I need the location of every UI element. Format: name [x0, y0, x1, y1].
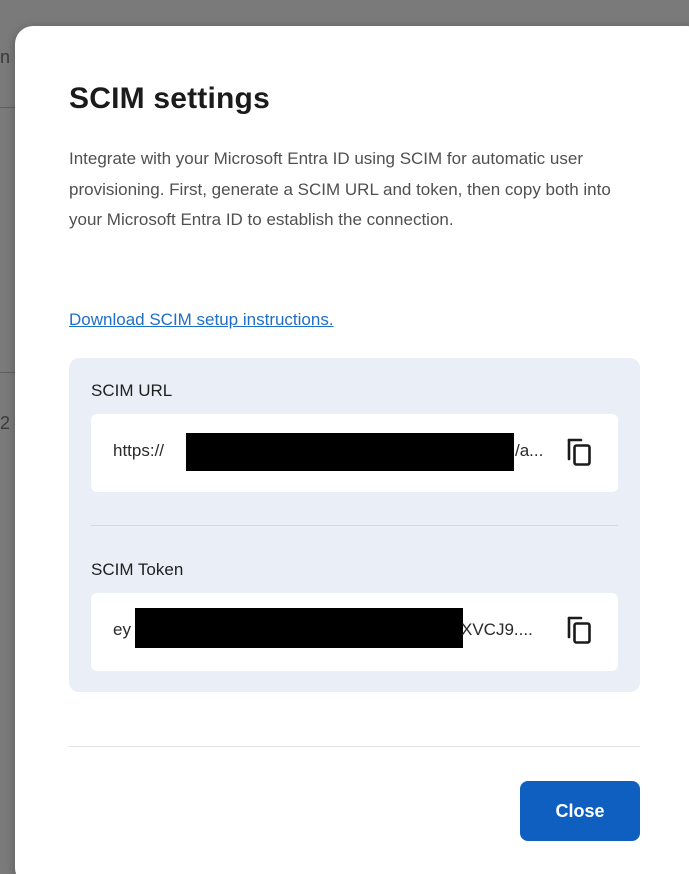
redacted-block: [186, 433, 514, 471]
panel-divider: [91, 525, 618, 526]
scim-url-value-end: /a...: [515, 441, 544, 460]
scim-token-value-end: XVCJ9....: [461, 620, 533, 639]
scim-token-field[interactable]: ey XVCJ9....: [91, 593, 618, 671]
scim-token-value-start: ey: [113, 620, 131, 639]
redacted-block: [135, 608, 463, 648]
background-text: n: [0, 47, 11, 67]
footer-divider: [69, 746, 640, 747]
download-instructions-link[interactable]: Download SCIM setup instructions.: [69, 310, 334, 330]
scim-token-label: SCIM Token: [91, 560, 184, 579]
scim-url-field[interactable]: https:// /a...: [91, 414, 618, 492]
copy-icon[interactable]: [565, 614, 595, 648]
copy-icon[interactable]: [565, 436, 595, 470]
scim-url-value-start: https://: [113, 441, 165, 460]
close-button[interactable]: Close: [520, 781, 640, 841]
scim-credentials-panel: SCIM URL https:// /a... SCIM Token ey XV…: [69, 358, 640, 692]
scim-settings-dialog: SCIM settings Integrate with your Micros…: [15, 26, 689, 874]
background-text: 2: [0, 413, 11, 433]
dialog-title: SCIM settings: [69, 82, 270, 115]
dialog-description: Integrate with your Microsoft Entra ID u…: [69, 149, 611, 229]
scim-url-label: SCIM URL: [91, 381, 173, 400]
